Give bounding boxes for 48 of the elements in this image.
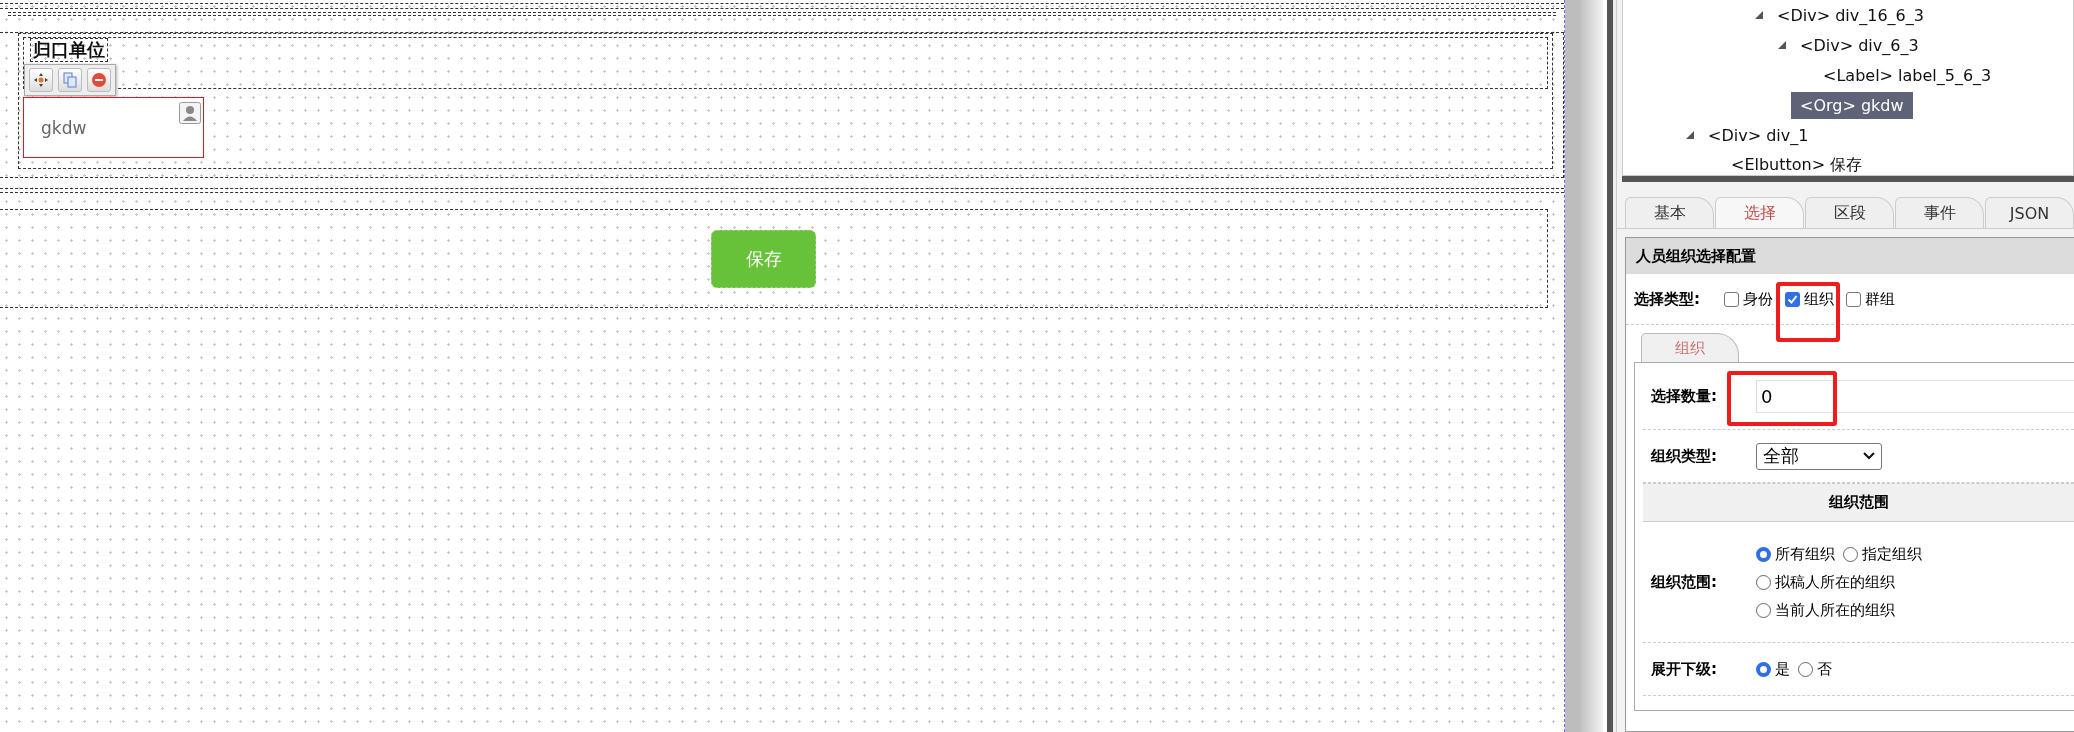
checkbox-label: 组织 [1804,289,1834,309]
panel-tab[interactable]: JSON [1985,197,2074,228]
field-label: 选择数量: [1651,386,1718,406]
count-input[interactable]: 0 [1756,379,2074,413]
panel-tab[interactable]: 基本 [1625,197,1714,228]
move-icon[interactable] [29,68,53,92]
radio-button[interactable] [1756,574,1771,590]
expand-triangle-icon[interactable] [1754,10,1764,20]
org-type-select[interactable]: 全部 [1756,442,1882,470]
tree-item[interactable]: <Div> div_6_3 [1791,31,1928,59]
panel-tab[interactable]: 事件 [1895,197,1984,228]
checkbox-label: 身份 [1743,289,1773,309]
checkbox[interactable] [1846,291,1861,307]
splitter-bar[interactable] [1565,0,1616,732]
radio-button[interactable] [1756,602,1771,618]
config-title: 人员组织选择配置 [1626,238,2074,274]
field-label: 组织类型: [1651,446,1718,466]
tree-item[interactable]: <Div> div_16_6_3 [1768,1,1933,29]
expand-triangle-icon[interactable] [1777,40,1787,50]
checkbox-label: 群组 [1865,289,1895,309]
radio-button[interactable] [1756,661,1771,677]
tree-item[interactable]: <Elbutton> 保存 [1722,150,1872,180]
radio-button[interactable] [1798,661,1813,677]
form-label: 归口单位 [30,38,108,62]
person-icon[interactable] [179,102,201,124]
tree-item[interactable]: <Org> gkdw [1791,91,1913,119]
chevron-down-icon [1863,452,1875,460]
radio-label: 拟稿人所在的组织 [1775,572,1895,592]
field-label: 选择类型: [1634,289,1701,309]
radio-button[interactable] [1843,546,1858,562]
field-label: 展开下级: [1651,659,1718,679]
field-label: 组织范围: [1651,572,1718,592]
tree-item[interactable]: <Label> label_5_6_3 [1814,61,2001,89]
checkbox[interactable] [1724,291,1739,307]
delete-icon[interactable] [87,68,111,92]
expand-triangle-icon[interactable] [1685,130,1695,140]
panel-tab[interactable]: 区段 [1805,197,1894,228]
radio-label: 是 [1775,659,1790,679]
panel-tab[interactable]: 选择 [1715,197,1804,228]
section-title: 组织范围 [1643,483,2074,522]
checkbox[interactable] [1785,291,1800,307]
tree-item[interactable]: <Div> div_1 [1699,121,1818,149]
org-field[interactable]: gkdw [23,97,204,158]
radio-button[interactable] [1756,546,1771,562]
radio-label: 所有组织 [1775,544,1835,564]
radio-label: 指定组织 [1862,544,1922,564]
radio-label: 当前人所在的组织 [1775,600,1895,620]
radio-label: 否 [1817,659,1832,679]
